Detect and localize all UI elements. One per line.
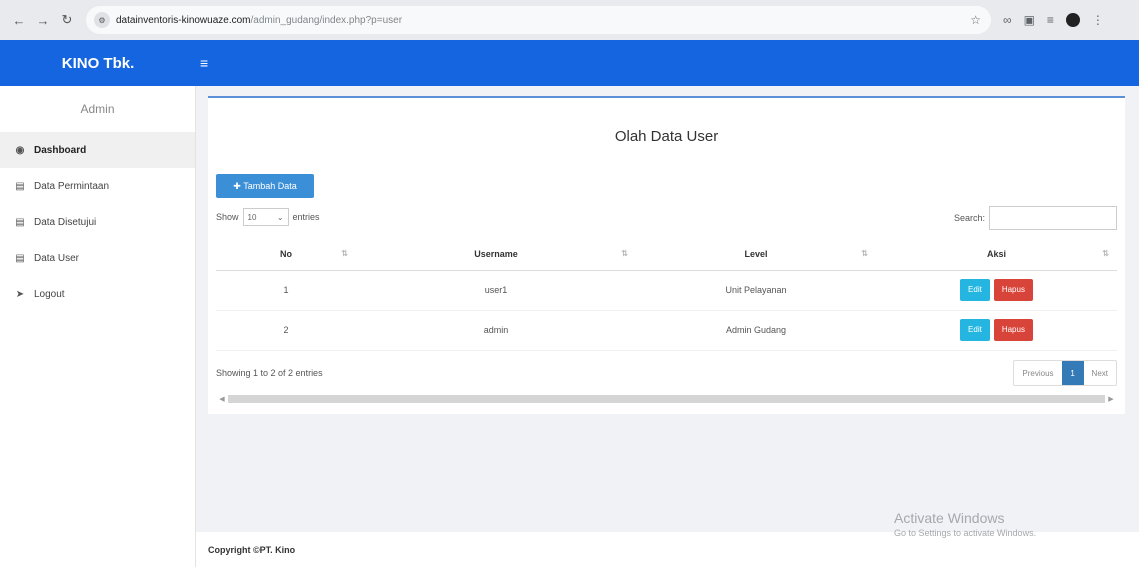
- address-bar[interactable]: ⚙ datainventoris-kinowuaze.com/admin_gud…: [86, 6, 991, 34]
- scroll-left-icon[interactable]: ◀: [216, 395, 228, 403]
- cell-username: user1: [356, 270, 636, 311]
- sort-icon: ⇅: [621, 249, 628, 258]
- column-label: No: [280, 248, 292, 259]
- sort-icon: ⇅: [1102, 249, 1109, 258]
- chevron-down-icon: ⌄: [276, 212, 284, 222]
- sidebar-item-logout[interactable]: ➤ Logout: [0, 276, 195, 312]
- sidebar-item-label: Logout: [34, 288, 65, 300]
- delete-button[interactable]: Hapus: [993, 279, 1033, 301]
- clipboard-icon: ▤: [15, 252, 25, 264]
- table-search: Search:: [954, 206, 1117, 230]
- sidebar: Admin ◉ Dashboard ▤ Data Permintaan ▤ Da…: [0, 86, 196, 567]
- user-table: No ⇅ Username ⇅ Level ⇅ Aksi ⇅ 1 user1 U…: [216, 238, 1117, 351]
- horizontal-scrollbar[interactable]: ◀ ▶: [216, 394, 1117, 404]
- sidebar-user-label: Admin: [80, 102, 115, 116]
- browser-nav: ← → ↻: [8, 9, 78, 31]
- length-label-before: Show: [216, 212, 239, 222]
- clipboard-icon: ▤: [15, 180, 25, 192]
- search-input[interactable]: [989, 206, 1117, 230]
- watermark-subtitle: Go to Settings to activate Windows.: [894, 528, 1037, 538]
- app-topbar: KINO Tbk. ≡: [0, 40, 1139, 86]
- sort-asc-icon: ⇅: [341, 249, 348, 258]
- cell-level: Admin Gudang: [636, 310, 876, 351]
- sidebar-item-label: Data Permintaan: [34, 180, 110, 192]
- copyright-text: Copyright ©PT. Kino: [208, 544, 296, 555]
- cell-actions: Edit Hapus: [876, 310, 1117, 351]
- delete-button[interactable]: Hapus: [993, 319, 1033, 341]
- dashboard-icon: ◉: [15, 144, 25, 156]
- table-row: 2 admin Admin Gudang Edit Hapus: [216, 310, 1117, 351]
- scroll-thumb[interactable]: [228, 395, 1105, 403]
- puzzle-icon[interactable]: ▣: [1024, 13, 1035, 27]
- cell-actions: Edit Hapus: [876, 270, 1117, 311]
- column-header-level[interactable]: Level ⇅: [636, 238, 876, 271]
- clipboard-icon: ▤: [15, 216, 25, 228]
- pagination: Previous 1 Next: [1013, 360, 1117, 386]
- pagination-previous[interactable]: Previous: [1014, 361, 1061, 385]
- url-host: datainventoris-kinowuaze.com: [116, 14, 251, 26]
- column-header-username[interactable]: Username ⇅: [356, 238, 636, 271]
- sidebar-item-label: Data Disetujui: [34, 216, 97, 228]
- page-title: Olah Data User: [614, 128, 719, 145]
- back-icon[interactable]: ←: [8, 9, 30, 31]
- windows-activation-watermark: Activate Windows Go to Settings to activ…: [894, 510, 1036, 538]
- table-info: Showing 1 to 2 of 2 entries: [216, 368, 323, 378]
- cell-level: Unit Pelayanan: [636, 270, 876, 311]
- forward-icon[interactable]: →: [32, 9, 54, 31]
- column-header-no[interactable]: No ⇅: [216, 238, 356, 271]
- column-label: Level: [744, 248, 768, 259]
- logout-icon: ➤: [15, 288, 25, 300]
- sidebar-item-dashboard[interactable]: ◉ Dashboard: [0, 132, 195, 168]
- table-header-row: No ⇅ Username ⇅ Level ⇅ Aksi ⇅: [216, 238, 1117, 271]
- entries-length-control: Show 10 ⌄ entries: [216, 208, 320, 226]
- watermark-title: Activate Windows: [894, 510, 1005, 526]
- cell-no: 2: [216, 310, 356, 351]
- sidebar-item-label: Data User: [34, 252, 80, 264]
- sort-icon: ⇅: [861, 249, 868, 258]
- reload-icon[interactable]: ↻: [56, 9, 78, 31]
- sidebar-item-label: Dashboard: [34, 144, 87, 156]
- browser-toolbar: ← → ↻ ⚙ datainventoris-kinowuaze.com/adm…: [0, 0, 1139, 40]
- bookmark-star-icon[interactable]: ☆: [970, 13, 981, 27]
- entries-length-select[interactable]: 10 ⌄: [242, 208, 289, 226]
- edit-button[interactable]: Edit: [960, 279, 990, 301]
- sidebar-item-data-permintaan[interactable]: ▤ Data Permintaan: [0, 168, 195, 204]
- search-label: Search:: [953, 213, 985, 223]
- profile-avatar[interactable]: [1065, 13, 1080, 27]
- length-label-after: entries: [292, 212, 320, 222]
- table-row: 1 user1 Unit Pelayanan Edit Hapus: [216, 270, 1117, 311]
- cell-no: 1: [216, 270, 356, 311]
- sidebar-item-data-user[interactable]: ▤ Data User: [0, 240, 195, 276]
- extension-icon[interactable]: ∞: [1003, 13, 1012, 27]
- pagination-page[interactable]: 1: [1061, 361, 1084, 385]
- edit-button[interactable]: Edit: [960, 319, 990, 341]
- column-header-aksi[interactable]: Aksi ⇅: [876, 238, 1117, 271]
- add-data-label: Tambah Data: [243, 181, 297, 191]
- brand-title[interactable]: KINO Tbk.: [0, 55, 196, 72]
- column-label: Username: [474, 248, 518, 259]
- user-data-card: Olah Data User ✚ Tambah Data Show 10 ⌄ e…: [208, 96, 1125, 414]
- media-icon[interactable]: ≡: [1047, 13, 1054, 27]
- site-settings-icon[interactable]: ⚙: [94, 12, 110, 28]
- url-path: /admin_gudang/index.php?p=user: [250, 14, 403, 26]
- cell-username: admin: [356, 310, 636, 351]
- menu-kebab-icon[interactable]: ⋮: [1092, 13, 1104, 27]
- hamburger-menu-icon[interactable]: ≡: [200, 55, 208, 71]
- column-label: Aksi: [986, 248, 1006, 259]
- plus-icon: ✚: [233, 180, 244, 191]
- sidebar-item-data-disetujui[interactable]: ▤ Data Disetujui: [0, 204, 195, 240]
- length-value: 10: [247, 212, 257, 222]
- pagination-next[interactable]: Next: [1084, 361, 1116, 385]
- browser-extensions: ∞ ▣ ≡ ⋮: [1003, 13, 1104, 27]
- add-data-button[interactable]: ✚ Tambah Data: [216, 174, 314, 198]
- scroll-right-icon[interactable]: ▶: [1105, 395, 1117, 403]
